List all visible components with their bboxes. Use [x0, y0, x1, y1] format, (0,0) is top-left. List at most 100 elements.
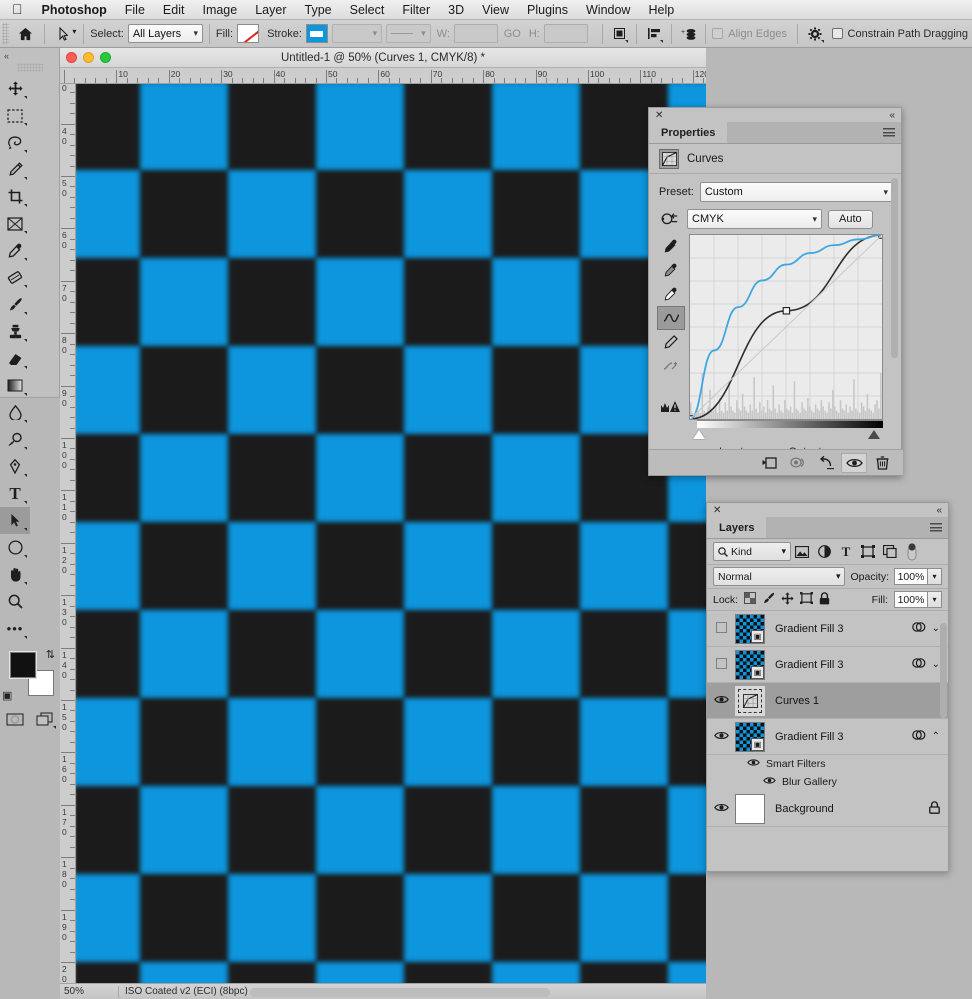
document-title-bar[interactable]: Untitled-1 @ 50% (Curves 1, CMYK/8) *	[60, 48, 706, 68]
filter-shape-icon[interactable]	[857, 541, 879, 563]
curve-point-tool-icon[interactable]	[657, 306, 685, 330]
tab-properties[interactable]: Properties	[649, 122, 727, 143]
quick-mask-icon[interactable]	[0, 706, 30, 732]
stroke-width-input[interactable]: ▾	[332, 24, 382, 43]
clip-to-layer-icon[interactable]	[757, 453, 783, 473]
lock-all-icon[interactable]	[819, 592, 830, 608]
layer-expand-toggle[interactable]: ⌄	[932, 659, 940, 670]
chevron-down-icon[interactable]: ▾	[928, 568, 942, 585]
panel-menu-icon[interactable]	[883, 128, 895, 137]
link-dimensions-label[interactable]: GO	[504, 28, 521, 40]
hand-tool[interactable]	[0, 561, 30, 588]
layer-row[interactable]: ▣Gradient Fill 3⌄	[707, 647, 948, 683]
clone-stamp-tool[interactable]	[0, 318, 30, 345]
lock-position-icon[interactable]	[781, 592, 794, 608]
close-icon[interactable]: ✕	[655, 110, 663, 121]
pencil-draw-curve-icon[interactable]	[657, 330, 685, 354]
auto-button[interactable]: Auto	[828, 210, 873, 229]
menu-item-plugins[interactable]: Plugins	[518, 0, 577, 20]
menu-item-file[interactable]: File	[116, 0, 154, 20]
layer-visibility-toggle[interactable]	[707, 694, 735, 708]
properties-scrollbar[interactable]	[891, 178, 898, 358]
gear-icon[interactable]	[804, 23, 826, 45]
channel-dropdown[interactable]: CMYK ▾	[687, 209, 822, 229]
eyedropper-tool[interactable]	[0, 237, 30, 264]
screen-mode-icon[interactable]	[30, 706, 60, 732]
layer-expand-toggle[interactable]: ⌃	[932, 731, 940, 742]
menu-item-layer[interactable]: Layer	[246, 0, 295, 20]
type-tool[interactable]: T	[0, 480, 30, 507]
fill-stepper[interactable]: 100% ▾	[894, 591, 942, 608]
delete-adjustment-icon[interactable]	[869, 453, 895, 473]
fill-value[interactable]: 100%	[894, 591, 928, 608]
align-edges-checkbox[interactable]: Align Edges	[712, 28, 791, 40]
filter-adjustment-icon[interactable]	[813, 541, 835, 563]
width-input[interactable]	[454, 24, 498, 43]
blend-mode-dropdown[interactable]: Normal ▾	[713, 567, 845, 586]
swap-colors-icon[interactable]: ⇅	[46, 648, 55, 661]
lock-transparency-icon[interactable]	[744, 592, 756, 607]
path-operations-icon[interactable]	[609, 23, 631, 45]
constrain-path-dragging-checkbox[interactable]: Constrain Path Dragging	[832, 28, 972, 40]
filter-visibility-toggle[interactable]	[741, 758, 766, 770]
fill-color-swatch[interactable]	[237, 24, 259, 43]
close-icon[interactable]: ✕	[713, 505, 721, 516]
toggle-previous-state-icon[interactable]	[785, 453, 811, 473]
height-input[interactable]	[544, 24, 588, 43]
filter-kind-dropdown[interactable]: Kind ▾	[713, 542, 791, 561]
menu-item-filter[interactable]: Filter	[393, 0, 439, 20]
object-selection-tool[interactable]	[0, 156, 30, 183]
layer-thumbnail[interactable]	[735, 686, 765, 716]
crop-tool[interactable]	[0, 183, 30, 210]
ellipse-shape-tool[interactable]	[0, 534, 30, 561]
smart-filter-row[interactable]: Blur Gallery	[707, 773, 948, 791]
path-alignment-icon[interactable]	[643, 23, 665, 45]
filter-type-icon[interactable]: T	[835, 541, 857, 563]
pen-tool[interactable]	[0, 453, 30, 480]
curves-graph[interactable]	[689, 234, 883, 420]
layer-expand-toggle[interactable]: ⌄	[932, 623, 940, 634]
layer-visibility-toggle[interactable]	[707, 622, 735, 636]
layer-row[interactable]: Curves 1	[707, 683, 948, 719]
chevron-down-icon[interactable]: ▾	[928, 591, 942, 608]
channel-target-icon[interactable]	[659, 211, 681, 227]
layer-visibility-toggle[interactable]	[707, 730, 735, 744]
layer-row[interactable]: ▣Gradient Fill 3⌃	[707, 719, 948, 755]
rectangular-marquee-tool[interactable]	[0, 102, 30, 129]
menu-item-edit[interactable]: Edit	[154, 0, 194, 20]
menu-item-help[interactable]: Help	[639, 0, 683, 20]
black-input-slider[interactable]	[693, 430, 705, 439]
panel-menu-icon[interactable]	[930, 523, 942, 532]
lasso-tool[interactable]	[0, 129, 30, 156]
layer-thumbnail[interactable]: ▣	[735, 650, 765, 680]
edit-toolbar-icon[interactable]: •••	[0, 615, 30, 642]
white-point-eyedropper-icon[interactable]	[657, 282, 685, 306]
layer-effects-icon[interactable]	[912, 729, 926, 744]
menu-item-image[interactable]: Image	[193, 0, 246, 20]
horizontal-scrollbar[interactable]	[250, 988, 550, 997]
smooth-curve-icon[interactable]	[657, 354, 685, 378]
tools-panel-grip[interactable]	[17, 63, 43, 72]
brush-tool[interactable]	[0, 291, 30, 318]
reset-adjustment-icon[interactable]	[813, 453, 839, 473]
layer-thumbnail[interactable]	[735, 794, 765, 824]
select-layers-dropdown[interactable]: All Layers ▾	[128, 24, 203, 43]
collapse-panel-icon[interactable]: «	[0, 50, 59, 62]
blur-tool[interactable]	[0, 399, 30, 426]
filter-visibility-toggle[interactable]	[757, 776, 782, 788]
menu-item-window[interactable]: Window	[577, 0, 639, 20]
layers-scrollbar[interactable]	[940, 623, 947, 718]
toggle-visibility-icon[interactable]	[841, 453, 867, 473]
home-icon[interactable]	[13, 23, 38, 45]
healing-brush-tool[interactable]	[0, 264, 30, 291]
menu-item-type[interactable]: Type	[296, 0, 341, 20]
layer-effects-icon[interactable]	[912, 657, 926, 672]
vertical-ruler[interactable]: 3040506070809010011012013014015016017018…	[60, 84, 76, 999]
layer-row[interactable]: Background	[707, 791, 948, 827]
path-selection-icon[interactable]: ▾	[51, 23, 78, 45]
opacity-value[interactable]: 100%	[894, 568, 928, 585]
layer-thumbnail[interactable]: ▣	[735, 614, 765, 644]
menu-item-photoshop[interactable]: Photoshop	[33, 0, 116, 20]
move-tool[interactable]	[0, 75, 30, 102]
options-bar-grip[interactable]	[2, 23, 9, 45]
